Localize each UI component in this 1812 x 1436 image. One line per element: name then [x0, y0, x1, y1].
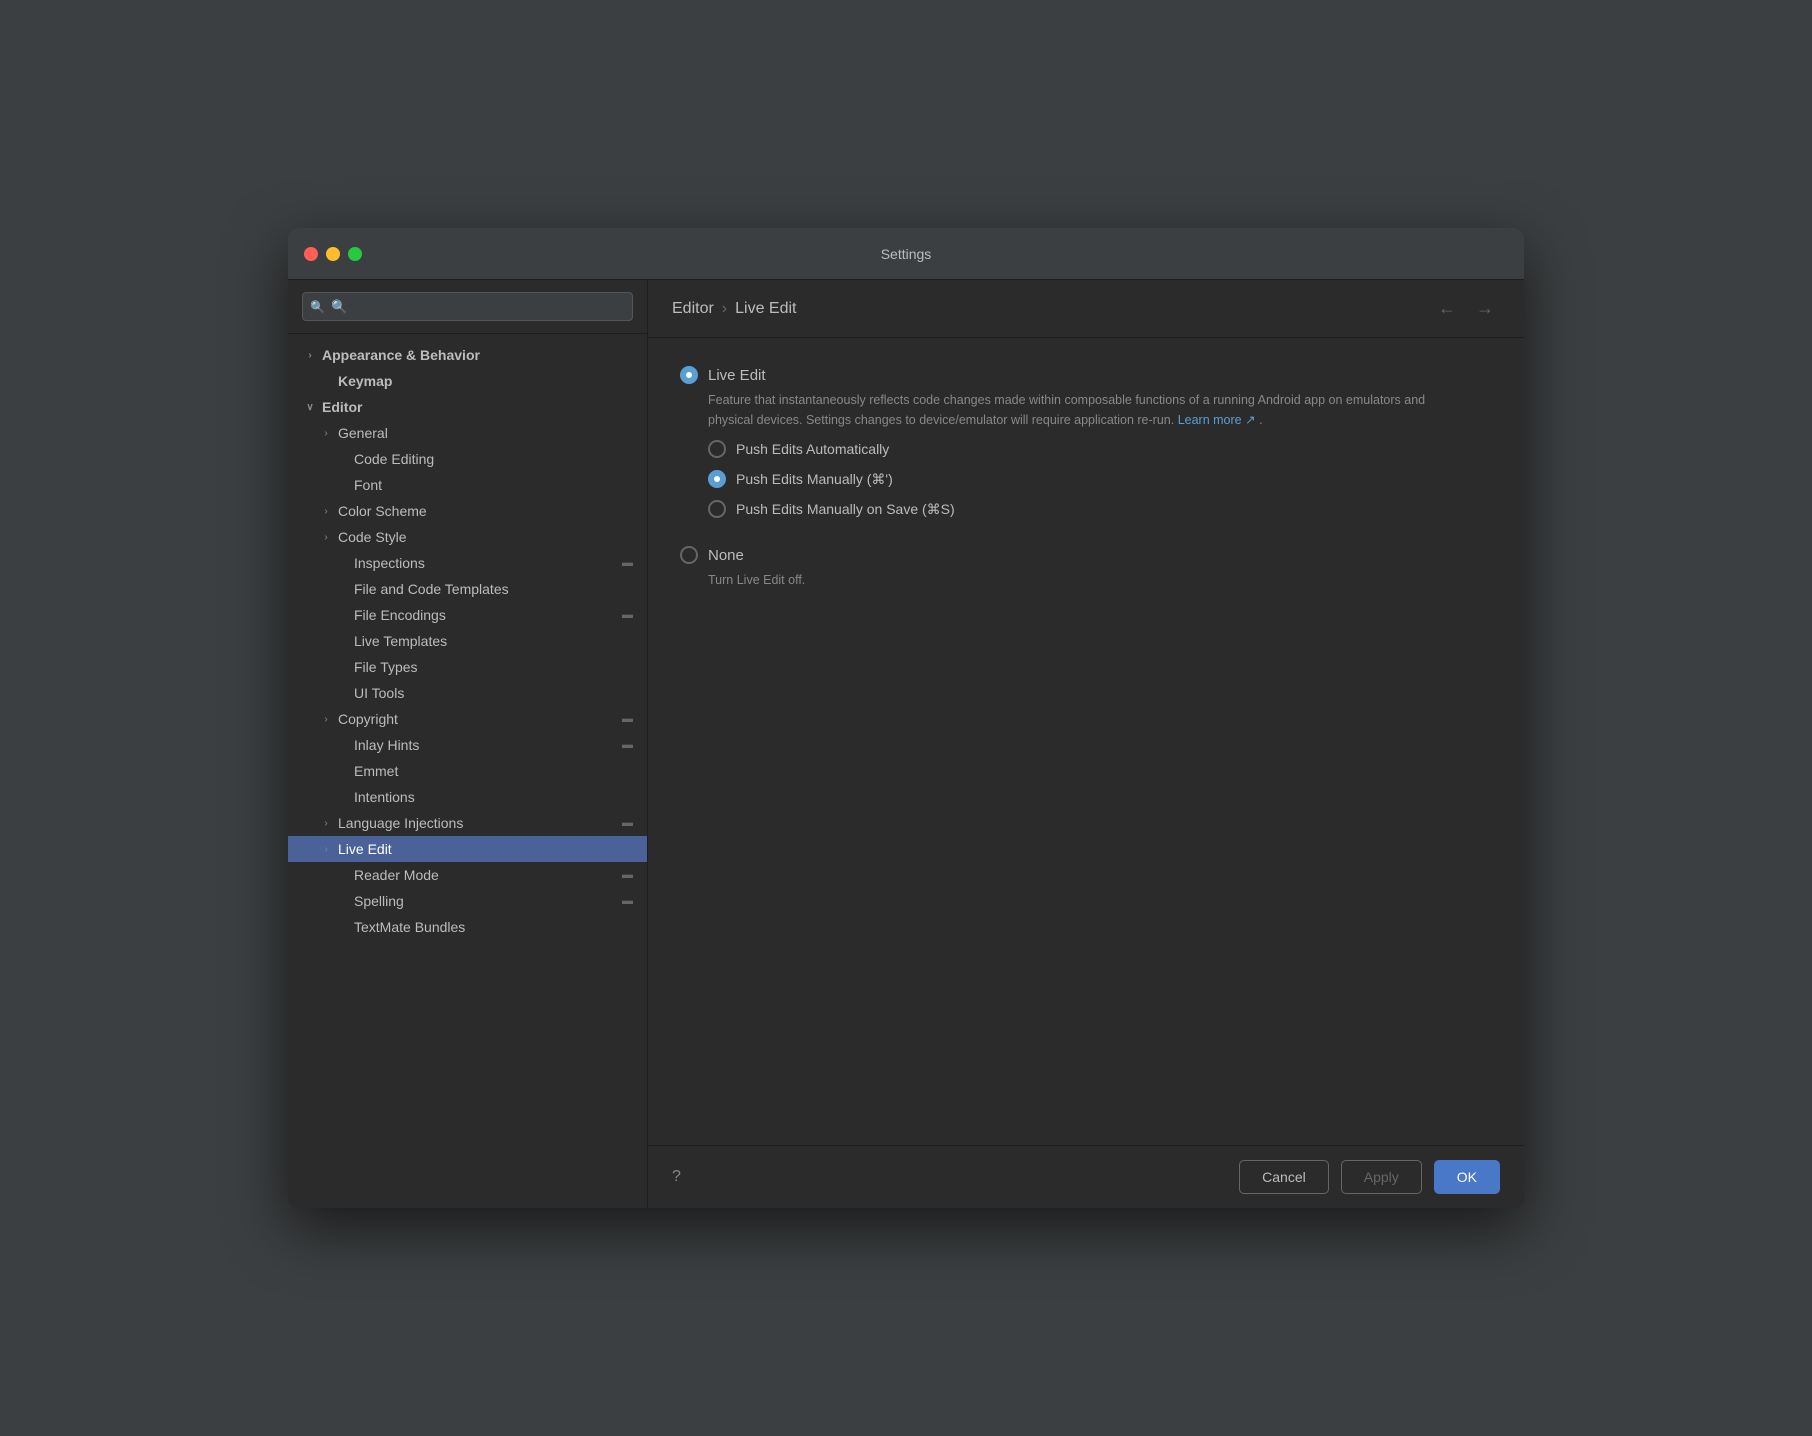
live-edit-option-group: Live Edit Feature that instantaneously r…	[680, 366, 1492, 518]
sidebar: 🔍 › Appearance & Behavior Keymap ∨	[288, 280, 648, 1208]
sidebar-item-file-code-templates[interactable]: File and Code Templates	[288, 576, 647, 602]
minus-icon: ▬	[622, 817, 633, 829]
title-bar: Settings	[288, 228, 1524, 280]
push-auto-radio[interactable]	[708, 440, 726, 458]
sidebar-item-editor[interactable]: ∨ Editor	[288, 394, 647, 420]
none-description: Turn Live Edit off.	[708, 570, 1428, 590]
chevron-right-icon: ›	[302, 347, 318, 363]
sidebar-item-inspections[interactable]: Inspections ▬	[288, 550, 647, 576]
chevron-right-icon: ›	[318, 529, 334, 545]
search-wrapper: 🔍	[302, 292, 633, 321]
none-option-row: None	[680, 546, 1492, 564]
search-input[interactable]	[302, 292, 633, 321]
chevron-right-icon: ›	[318, 503, 334, 519]
sidebar-tree: › Appearance & Behavior Keymap ∨ Editor …	[288, 334, 647, 1208]
none-label: None	[708, 547, 744, 564]
sidebar-item-language-injections[interactable]: › Language Injections ▬	[288, 810, 647, 836]
breadcrumb-current: Live Edit	[735, 300, 796, 318]
push-save-label: Push Edits Manually on Save (⌘S)	[736, 501, 955, 518]
cancel-button[interactable]: Cancel	[1239, 1160, 1329, 1194]
sidebar-item-code-style[interactable]: › Code Style	[288, 524, 647, 550]
live-edit-radio[interactable]	[680, 366, 698, 384]
sidebar-item-ui-tools[interactable]: UI Tools	[288, 680, 647, 706]
none-radio[interactable]	[680, 546, 698, 564]
chevron-right-icon: ›	[318, 815, 334, 831]
chevron-right-icon: ›	[318, 711, 334, 727]
push-manually-radio[interactable]	[708, 470, 726, 488]
settings-window: Settings 🔍 › Appearance & Behavior K	[288, 228, 1524, 1208]
sidebar-item-color-scheme[interactable]: › Color Scheme	[288, 498, 647, 524]
minus-icon: ▬	[622, 713, 633, 725]
chevron-down-icon: ∨	[302, 399, 318, 415]
window-title: Settings	[881, 246, 932, 262]
live-edit-option-row: Live Edit	[680, 366, 1492, 384]
chevron-right-icon: ›	[318, 841, 334, 857]
push-auto-label: Push Edits Automatically	[736, 441, 889, 457]
ok-button[interactable]: OK	[1434, 1160, 1500, 1194]
chevron-right-icon: ›	[318, 425, 334, 441]
sidebar-item-emmet[interactable]: Emmet	[288, 758, 647, 784]
push-save-row: Push Edits Manually on Save (⌘S)	[708, 500, 1492, 518]
sidebar-item-code-editing[interactable]: Code Editing	[288, 446, 647, 472]
help-button[interactable]: ?	[672, 1168, 681, 1186]
nav-buttons: ← →	[1432, 296, 1500, 321]
sidebar-item-textmate-bundles[interactable]: TextMate Bundles	[288, 914, 647, 940]
nav-forward-button[interactable]: →	[1470, 296, 1500, 321]
sidebar-item-live-edit[interactable]: › Live Edit	[288, 836, 647, 862]
maximize-button[interactable]	[348, 247, 362, 261]
main-panel: Editor › Live Edit ← → Live Edit	[648, 280, 1524, 1208]
minus-icon: ▬	[622, 739, 633, 751]
apply-button[interactable]: Apply	[1341, 1160, 1422, 1194]
minimize-button[interactable]	[326, 247, 340, 261]
sub-options: Push Edits Automatically Push Edits Manu…	[708, 440, 1492, 518]
close-button[interactable]	[304, 247, 318, 261]
push-manually-row: Push Edits Manually (⌘')	[708, 470, 1492, 488]
live-edit-description: Feature that instantaneously reflects co…	[708, 390, 1428, 430]
footer: ? Cancel Apply OK	[648, 1145, 1524, 1208]
sidebar-item-inlay-hints[interactable]: Inlay Hints ▬	[288, 732, 647, 758]
sidebar-item-file-encodings[interactable]: File Encodings ▬	[288, 602, 647, 628]
breadcrumb-separator: ›	[722, 300, 727, 318]
sidebar-item-intentions[interactable]: Intentions	[288, 784, 647, 810]
traffic-lights	[304, 247, 362, 261]
sidebar-item-keymap[interactable]: Keymap	[288, 368, 647, 394]
none-option-group: None Turn Live Edit off.	[680, 546, 1492, 590]
sidebar-item-spelling[interactable]: Spelling ▬	[288, 888, 647, 914]
minus-icon: ▬	[622, 869, 633, 881]
main-content: 🔍 › Appearance & Behavior Keymap ∨	[288, 280, 1524, 1208]
minus-icon: ▬	[622, 557, 633, 569]
sidebar-item-general[interactable]: › General	[288, 420, 647, 446]
learn-more-link[interactable]: Learn more ↗	[1178, 413, 1256, 427]
sidebar-item-font[interactable]: Font	[288, 472, 647, 498]
push-manually-label: Push Edits Manually (⌘')	[736, 471, 893, 488]
sidebar-item-appearance[interactable]: › Appearance & Behavior	[288, 342, 647, 368]
sidebar-item-file-types[interactable]: File Types	[288, 654, 647, 680]
sidebar-item-live-templates[interactable]: Live Templates	[288, 628, 647, 654]
push-auto-row: Push Edits Automatically	[708, 440, 1492, 458]
sidebar-item-copyright[interactable]: › Copyright ▬	[288, 706, 647, 732]
live-edit-label: Live Edit	[708, 367, 766, 384]
search-icon: 🔍	[310, 300, 325, 314]
breadcrumb-parent: Editor	[672, 300, 714, 318]
minus-icon: ▬	[622, 895, 633, 907]
sidebar-item-reader-mode[interactable]: Reader Mode ▬	[288, 862, 647, 888]
footer-buttons: Cancel Apply OK	[1239, 1160, 1500, 1194]
push-save-radio[interactable]	[708, 500, 726, 518]
nav-back-button[interactable]: ←	[1432, 296, 1462, 321]
panel-body: Live Edit Feature that instantaneously r…	[648, 338, 1524, 1145]
breadcrumb: Editor › Live Edit	[672, 300, 797, 318]
minus-icon: ▬	[622, 609, 633, 621]
search-container: 🔍	[288, 280, 647, 334]
panel-header: Editor › Live Edit ← →	[648, 280, 1524, 338]
